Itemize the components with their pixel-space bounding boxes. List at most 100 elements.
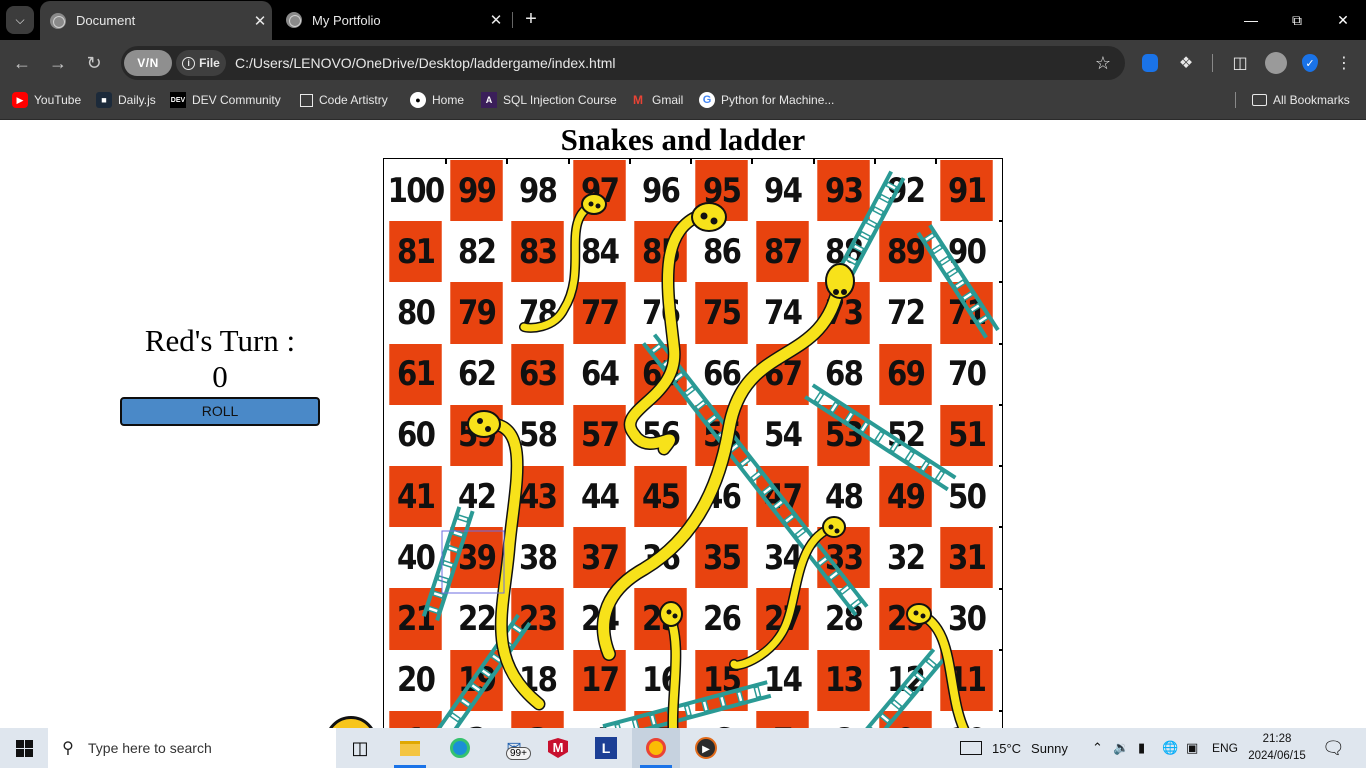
google-icon: G [699,92,715,108]
bookmark-label: Daily.js [118,93,156,107]
bookmarks-divider [1235,92,1236,108]
search-placeholder: Type here to search [88,740,212,756]
new-tab-button[interactable]: + [520,8,542,30]
tab-search-button[interactable]: ⌵ [6,6,34,34]
page-content: Snakes and ladder Red's Turn : 0 ROLL 10… [0,121,1366,728]
tab-strip: ⌵ Document ✕ My Portfolio ✕ + — ⧉ ✕ [0,0,1366,40]
tab-document[interactable]: Document ✕ [40,1,272,40]
security-check-extension-icon[interactable]: ✓ [1302,54,1318,72]
play-logo: ▶ [695,737,717,759]
close-window-button[interactable]: ✕ [1320,0,1366,40]
mcafee-icon[interactable]: M [534,728,582,768]
windows-taskbar: ⚲ Type here to search ◫ ✉ 99+ M L ▶ 15°C… [0,728,1366,768]
bookmark-code-artistry[interactable]: Code Artistry [300,86,388,114]
tab-title: My Portfolio [312,12,381,28]
dev-icon: DEV [170,92,186,108]
game-title: Snakes and ladder [560,122,806,157]
ladder [804,383,957,492]
vpn-shield-extension-icon[interactable] [1142,54,1158,72]
player-token [325,716,377,728]
notifications-icon[interactable]: 🗨 [1322,728,1345,768]
youtube-icon: ▶ [12,92,28,108]
reload-icon[interactable]: ↻ [82,51,106,75]
bookmark-dev-community[interactable]: DEV DEV Community [170,86,281,114]
weather-widget[interactable]: 15°C Sunny [960,728,1068,768]
file-label: File [199,56,220,70]
roll-button[interactable]: ROLL [120,397,320,426]
task-view-icon[interactable]: ◫ [336,728,384,768]
display-settings-icon[interactable]: ▣ [1186,728,1198,768]
forward-arrow-icon[interactable]: → [46,51,70,75]
snakes-and-ladders-overlay [421,170,1000,728]
close-tab-icon[interactable]: ✕ [484,11,508,29]
turn-panel: Red's Turn : 0 ROLL [120,323,320,426]
bookmark-gmail[interactable]: M Gmail [630,86,683,114]
snake [623,202,727,456]
profile-avatar[interactable] [1265,52,1287,74]
bookmark-sql-injection[interactable]: A SQL Injection Course [481,86,617,114]
taskbar-search[interactable]: ⚲ Type here to search [48,728,336,768]
daily-dev-icon: ■ [96,92,112,108]
bookmark-youtube[interactable]: ▶ YouTube [12,86,81,114]
battery-icon[interactable]: ▮ [1138,728,1145,768]
address-bar[interactable]: V/N i File C:/Users/LENOVO/OneDrive/Desk… [121,46,1125,80]
ladder [602,680,772,728]
bookmark-label: SQL Injection Course [503,93,617,107]
start-button[interactable] [0,728,48,768]
info-icon: i [182,56,196,70]
extensions-puzzle-icon[interactable]: ❖ [1175,52,1197,74]
back-arrow-icon[interactable]: ← [10,51,34,75]
game-board: 100 99 98 97 96 95 94 93 92 91 81 82 83 84 85 86 87 88 89 9… [383,158,1003,728]
folder-shape [400,740,420,756]
snake [729,516,846,671]
mail-icon[interactable]: ✉ 99+ [490,728,538,768]
shield-shape: M [548,738,568,758]
side-panel-icon[interactable]: ◫ [1229,52,1251,74]
brave-browser-icon[interactable] [632,728,680,768]
language-indicator[interactable]: ENG [1212,728,1238,768]
gmail-icon: M [633,93,643,107]
bookmark-label: YouTube [34,93,82,107]
tab-my-portfolio[interactable]: My Portfolio ✕ [276,0,508,40]
url-text[interactable]: C:/Users/LENOVO/OneDrive/Desktop/ladderg… [235,46,615,80]
toolbar-divider [1212,54,1213,72]
bookmark-label: Gmail [652,93,684,107]
bookmarks-bar: ▶ YouTube ■ Daily.js DEV DEV Community C… [0,86,1366,120]
edge-browser-icon[interactable] [436,728,484,768]
snake [596,263,855,661]
weather-temp: 15°C [992,740,1022,756]
bookmark-python-ml[interactable]: G Python for Machine... [699,86,834,114]
weather-news-icon [960,741,982,755]
site-info-chip[interactable]: i File [176,50,226,76]
bookmark-home[interactable]: ● Home [410,86,464,114]
tab-divider [512,12,513,28]
hidden-icons-chevron-icon[interactable]: ⌃ [1092,728,1103,768]
lenovo-app-icon[interactable]: L [582,728,630,768]
clock[interactable]: 21:28 2024/06/15 [1242,731,1312,765]
network-globe-icon[interactable]: 🌐 [1162,728,1178,768]
all-bookmarks-button[interactable]: All Bookmarks [1252,86,1350,114]
board-top-ticks [384,159,1002,712]
clock-time: 21:28 [1262,733,1292,745]
windows-logo-icon [15,739,33,757]
turn-label: Red's Turn : [144,323,296,358]
ladder [916,224,1000,339]
media-player-icon[interactable]: ▶ [682,728,730,768]
close-tab-icon[interactable]: ✕ [248,12,272,30]
volume-icon[interactable]: 🔉 [1113,728,1129,768]
bookmark-label: All Bookmarks [1273,93,1350,107]
browser-logo [646,738,666,758]
minimize-button[interactable]: — [1228,0,1274,40]
square-icon [300,93,313,107]
clock-date: 2024/06/15 [1248,750,1306,762]
bookmark-star-icon[interactable]: ☆ [1095,46,1111,80]
bookmark-dailyjs[interactable]: ■ Daily.js [96,86,156,114]
more-menu-icon[interactable]: ⋮ [1333,52,1355,74]
file-explorer-icon[interactable] [386,728,434,768]
restore-button[interactable]: ⧉ [1274,0,1320,40]
bookmark-label: DEV Community [192,93,281,107]
vpn-chip[interactable]: V/N [124,50,172,76]
globe-icon [286,12,302,28]
bookmark-label: Home [432,93,465,107]
browser-toolbar: ← → ↻ V/N i File C:/Users/LENOVO/OneDriv… [0,40,1366,86]
